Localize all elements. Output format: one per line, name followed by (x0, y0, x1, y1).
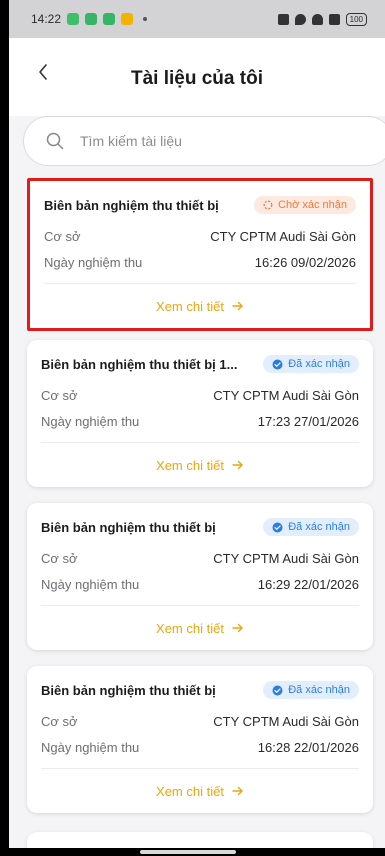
facility-label: Cơ sở (41, 713, 78, 729)
status-badge: Đã xác nhận (263, 518, 359, 536)
arrow-right-icon (232, 460, 243, 470)
arrow-right-icon (232, 786, 243, 796)
location-icon (294, 13, 306, 25)
document-title: Biên bản nghiệm thu thiết bị 1... (41, 356, 238, 372)
page-title: Tài liệu của tôi (131, 68, 263, 89)
status-label: Đã xác nhận (288, 684, 350, 696)
view-detail-link[interactable]: Xem chi tiết (27, 769, 373, 813)
more-notifications-icon (143, 17, 148, 21)
facility-value: CTY CPTM Audi Sài Gòn (213, 713, 359, 729)
date-label: Ngày nghiệm thu (41, 739, 140, 755)
check-circle-icon (272, 359, 283, 369)
app-notification-icon (121, 13, 134, 25)
view-detail-label: Xem chi tiết (156, 783, 224, 799)
check-circle-icon (272, 685, 283, 695)
loading-icon (263, 200, 273, 210)
search-bar[interactable] (23, 116, 385, 166)
date-value: 16:28 22/01/2026 (257, 739, 359, 755)
screen-record-icon (328, 13, 340, 25)
date-value: 17:23 27/01/2026 (257, 413, 359, 429)
status-label: Đã xác nhận (288, 521, 350, 533)
status-bar: 14:22 100 (9, 0, 385, 38)
system-navigation-bar (0, 848, 385, 856)
facility-value: CTY CPTM Audi Sài Gòn (213, 387, 359, 403)
facility-value: CTY CPTM Audi Sài Gòn (213, 550, 359, 566)
facility-label: Cơ sở (41, 550, 78, 566)
wifi-icon (311, 13, 323, 25)
status-time: 14:22 (31, 12, 62, 26)
app-notification-icon (67, 13, 80, 25)
document-title: Biên bản nghiệm thu thiết bị (41, 682, 216, 698)
view-detail-label: Xem chi tiết (156, 457, 224, 473)
vibrate-icon (277, 13, 289, 25)
facility-label: Cơ sở (44, 228, 81, 244)
date-label: Ngày nghiệm thu (44, 254, 143, 270)
home-gesture-handle[interactable] (140, 850, 236, 854)
app-header: Tài liệu của tôi (9, 38, 385, 116)
document-card[interactable]: Biên bản nghiệm thu thiết bị Chờ xác nhậ… (27, 178, 373, 331)
view-detail-link[interactable]: Xem chi tiết (30, 284, 370, 328)
arrow-right-icon (232, 301, 243, 311)
date-label: Ngày nghiệm thu (41, 576, 140, 592)
document-card[interactable]: Biên bản nghiệm thu thiết bị 1... Đã xác… (27, 340, 373, 487)
app-notification-icon (103, 13, 116, 25)
battery-indicator: 100 (345, 12, 367, 26)
facility-value: CTY CPTM Audi Sài Gòn (210, 228, 356, 244)
date-value: 16:29 22/01/2026 (257, 576, 359, 592)
status-badge: Chờ xác nhận (254, 196, 356, 214)
view-detail-label: Xem chi tiết (156, 620, 224, 636)
view-detail-link[interactable]: Xem chi tiết (27, 606, 373, 650)
facility-label: Cơ sở (41, 387, 78, 403)
view-detail-link[interactable]: Xem chi tiết (27, 443, 373, 487)
search-input[interactable] (78, 132, 342, 150)
document-card[interactable]: Biên bản nghiệm thu thiết bị Đã xác nhận… (27, 503, 373, 650)
status-badge: Đã xác nhận (263, 355, 359, 373)
status-badge: Đã xác nhận (263, 681, 359, 699)
arrow-right-icon (232, 623, 243, 633)
status-label: Chờ xác nhận (278, 199, 347, 211)
document-title: Biên bản nghiệm thu thiết bị (44, 197, 219, 213)
app-screen: 14:22 100 Tài liệu của tôi Tìm kiếm tài … (9, 0, 385, 856)
date-value: 16:26 09/02/2026 (254, 254, 356, 270)
date-label: Ngày nghiệm thu (41, 413, 140, 429)
status-label: Đã xác nhận (288, 358, 350, 370)
app-notification-icon (85, 13, 98, 25)
view-detail-label: Xem chi tiết (156, 298, 224, 314)
search-icon (46, 132, 64, 150)
document-card[interactable]: Biên bản nghiệm thu thiết bị Đã xác nhận… (27, 666, 373, 813)
check-circle-icon (272, 522, 283, 532)
document-title: Biên bản nghiệm thu thiết bị (41, 519, 216, 535)
